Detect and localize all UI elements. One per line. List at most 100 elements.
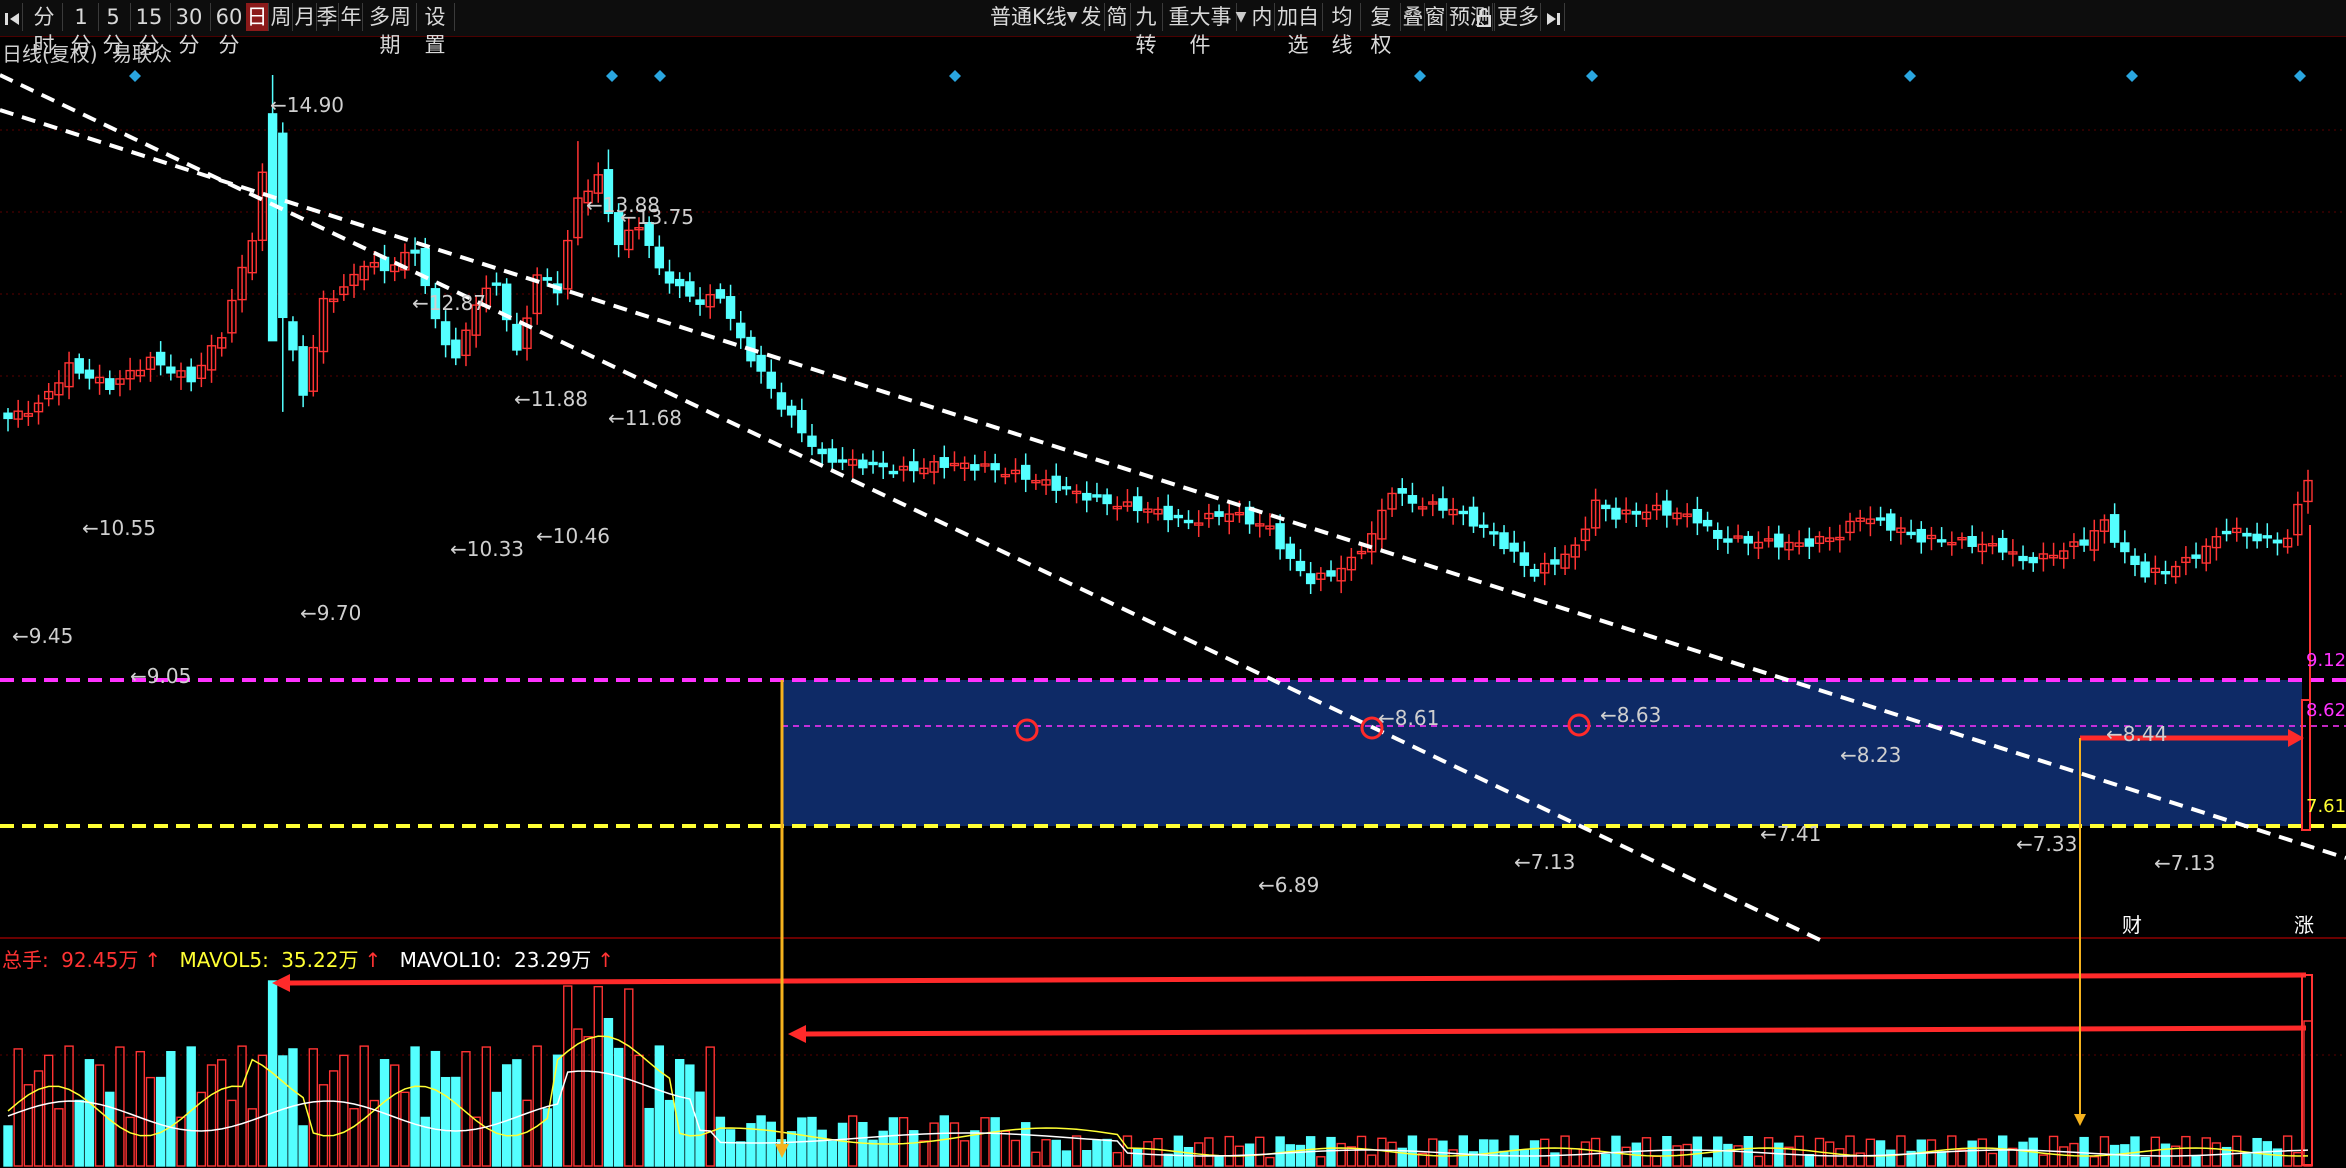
volume-bar (2038, 1154, 2049, 1167)
volume-bar (1519, 1149, 1530, 1167)
volume-bar (634, 1054, 644, 1167)
volume-bar (1153, 1137, 1163, 1167)
volume-bar (2191, 1155, 2201, 1167)
volume-bar (654, 1045, 665, 1167)
candle-body (888, 470, 899, 475)
volume-bar (13, 1048, 23, 1167)
volume-bar (247, 1108, 257, 1167)
event-marker-icon (949, 70, 961, 82)
candle-body (1295, 560, 1306, 572)
volume-bar (420, 1116, 430, 1167)
price-label: ←10.55 (82, 516, 156, 540)
candle-body (74, 358, 84, 374)
volume-bar (1112, 1151, 1122, 1167)
volume-bar (1122, 1135, 1133, 1167)
candle-body (1967, 535, 1977, 547)
volume-bar (603, 1017, 614, 1167)
volume-bar (1784, 1146, 1794, 1167)
volume-bar (1132, 1148, 1143, 1167)
volume-bar (1377, 1137, 1387, 1167)
event-tag: 涨 (2294, 913, 2314, 937)
candle-body (766, 371, 776, 389)
candle-body (2191, 554, 2201, 559)
volume-bar (74, 1099, 84, 1167)
candle-body (1936, 539, 1947, 543)
candle-body (674, 278, 685, 287)
volume-bar (166, 1050, 176, 1167)
candle-body (1692, 508, 1703, 524)
price-label: ←9.05 (130, 664, 191, 688)
candle-body (1774, 533, 1784, 548)
candle-body (1020, 464, 1031, 480)
volume-bar (959, 1140, 970, 1167)
consolidation-band (782, 680, 2302, 826)
candle-body (166, 366, 176, 374)
volume-bar (1326, 1136, 1336, 1167)
candle-body (817, 448, 827, 455)
volume-bar (1865, 1138, 1876, 1167)
volume-bar (206, 1064, 217, 1167)
candle-body (807, 435, 817, 447)
candle-body (1183, 519, 1194, 524)
volume-bar (1967, 1140, 1977, 1167)
volume-bar (155, 1076, 166, 1167)
candle-body (1397, 488, 1407, 494)
event-marker-icon (1904, 70, 1916, 82)
candle-body (1082, 492, 1092, 501)
price-label: ←7.33 (2016, 832, 2077, 856)
candle-body (1886, 513, 1896, 531)
volume-bar (1204, 1137, 1214, 1167)
axis-label: 7.61 (2306, 796, 2346, 817)
candle-body (715, 289, 726, 299)
candle-body (3, 412, 13, 420)
candle-body (1743, 535, 1753, 544)
candle-body (410, 249, 420, 254)
candle-body (797, 410, 807, 434)
volume-bar (1804, 1154, 1815, 1167)
volume-bar (115, 1046, 125, 1167)
volume-bar (949, 1122, 960, 1167)
volume-bar (400, 1091, 410, 1167)
volume-bar (970, 1130, 980, 1167)
volume-bar (1753, 1155, 1764, 1167)
kline-chart[interactable]: ←14.90←13.88←13.75←12.87←11.88←11.68←10.… (0, 0, 2346, 1168)
volume-bar (1041, 1139, 1051, 1167)
volume-bar (176, 1116, 186, 1167)
volume-bar (491, 1091, 502, 1167)
volume-bar (186, 1046, 196, 1167)
candle-body (1163, 505, 1173, 521)
candle-body (288, 321, 298, 351)
volume-bar (2140, 1156, 2150, 1167)
candle-body (725, 296, 736, 319)
candle-body (736, 322, 746, 339)
volume-bar (929, 1122, 939, 1167)
volume-bar (1886, 1149, 1896, 1167)
event-marker-icon (1414, 70, 1426, 82)
candle-body (2140, 561, 2150, 578)
volume-bar (1071, 1135, 1082, 1167)
price-label: ←6.89 (1258, 873, 1319, 897)
candle-body (685, 281, 695, 297)
candle-body (990, 463, 1000, 471)
volume-bar (125, 1116, 135, 1167)
candle-body (186, 366, 196, 383)
volume-bar (430, 1050, 441, 1167)
volume-bar (1183, 1146, 1194, 1167)
volume-bar (1316, 1156, 1326, 1167)
candle-body (1916, 528, 1926, 543)
candle-body (2109, 514, 2120, 543)
candle-body (1550, 559, 1560, 565)
candle-body (1438, 498, 1448, 511)
volume-bar (105, 1091, 115, 1167)
candle-body (858, 459, 868, 469)
price-label: ←11.68 (608, 406, 682, 430)
candle-body (2252, 533, 2262, 542)
volume-bar (990, 1117, 1000, 1167)
volume-bar (532, 1045, 542, 1167)
candle-body (2160, 571, 2171, 575)
volume-bar (1570, 1148, 1580, 1167)
candle-body (1051, 475, 1061, 491)
volume-bar (64, 1045, 74, 1167)
volume-bar (1214, 1155, 1224, 1167)
volume-bar (1255, 1136, 1265, 1167)
